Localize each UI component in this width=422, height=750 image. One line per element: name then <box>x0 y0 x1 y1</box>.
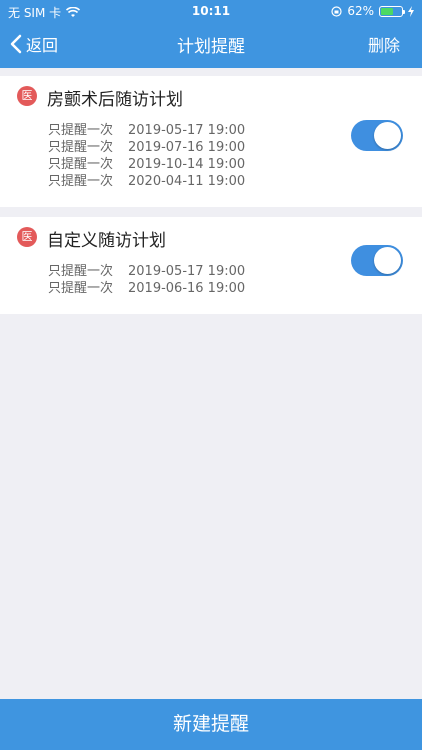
plan-card[interactable]: 医 自定义随访计划 只提醒一次 2019-05-17 19:00 只提醒一次 201… <box>0 217 422 314</box>
plan-title: 房颤术后随访计划 <box>47 90 183 110</box>
reminder-frequency: 只提醒一次 <box>48 157 114 172</box>
delete-button[interactable]: 删除 <box>368 32 400 56</box>
status-right: 62% <box>331 4 414 18</box>
reminder-row: 只提醒一次 2019-07-16 19:00 <box>48 139 245 156</box>
nav-bar: 返回 计划提醒 删除 <box>0 22 422 66</box>
plan-enable-toggle[interactable] <box>351 120 403 151</box>
reminder-datetime: 2019-06-16 19:00 <box>128 281 246 296</box>
battery-icon <box>379 5 405 17</box>
reminder-frequency: 只提醒一次 <box>48 123 114 138</box>
reminder-frequency: 只提醒一次 <box>48 140 114 155</box>
reminder-row: 只提醒一次 2019-10-14 19:00 <box>48 156 245 173</box>
reminder-datetime: 2019-05-17 19:00 <box>128 123 246 138</box>
plan-enable-toggle[interactable] <box>351 245 403 276</box>
reminder-row: 只提醒一次 2019-06-16 19:00 <box>48 280 245 297</box>
reminder-datetime: 2020-04-11 19:00 <box>128 174 246 189</box>
battery-level-fill <box>381 7 394 15</box>
page-title: 计划提醒 <box>177 37 245 57</box>
reminder-row: 只提醒一次 2020-04-11 19:00 <box>48 173 245 190</box>
charging-icon <box>408 5 414 17</box>
plan-card[interactable]: 医 房颤术后随访计划 只提醒一次 2019-05-17 19:00 只提醒一次 20… <box>0 76 422 207</box>
status-bar: 无 SIM 卡 10:11 62% <box>0 0 422 22</box>
plan-title: 自定义随访计划 <box>47 231 166 251</box>
reminder-frequency: 只提醒一次 <box>48 264 114 279</box>
reminder-row: 只提醒一次 2019-05-17 19:00 <box>48 263 245 280</box>
reminder-frequency: 只提醒一次 <box>48 281 114 296</box>
reminder-datetime: 2019-05-17 19:00 <box>128 264 246 279</box>
reminder-list: 只提醒一次 2019-05-17 19:00 只提醒一次 2019-06-16 19… <box>48 263 245 297</box>
toggle-knob <box>374 122 401 149</box>
new-reminder-button[interactable]: 新建提醒 <box>0 699 422 750</box>
doctor-badge-icon: 医 <box>17 227 37 247</box>
reminder-row: 只提醒一次 2019-05-17 19:00 <box>48 122 245 139</box>
battery-percent: 62% <box>347 4 374 18</box>
orientation-lock-icon <box>331 5 342 17</box>
battery-tip <box>403 9 405 14</box>
reminder-datetime: 2019-07-16 19:00 <box>128 140 246 155</box>
reminder-frequency: 只提醒一次 <box>48 174 114 189</box>
app-header: 无 SIM 卡 10:11 62% 返回 计划提醒 删除 <box>0 0 422 68</box>
toggle-knob <box>374 247 401 274</box>
reminder-datetime: 2019-10-14 19:00 <box>128 157 246 172</box>
doctor-badge-icon: 医 <box>17 86 37 106</box>
reminder-list: 只提醒一次 2019-05-17 19:00 只提醒一次 2019-07-16 19… <box>48 122 245 190</box>
